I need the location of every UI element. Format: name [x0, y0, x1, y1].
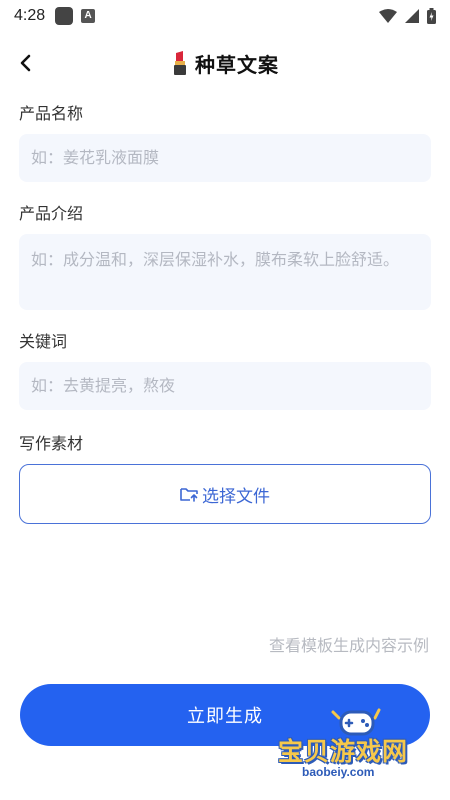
status-bar: 4:28 A	[0, 0, 450, 32]
material-section: 写作素材 选择文件	[19, 430, 431, 524]
product-name-label: 产品名称	[19, 104, 84, 123]
notification-app-icon	[55, 7, 74, 25]
product-name-input[interactable]: 如：姜花乳液面膜	[19, 134, 431, 182]
wifi-icon	[379, 9, 397, 23]
battery-icon	[427, 8, 436, 24]
app-badge-icon: A	[81, 9, 96, 23]
keywords-input[interactable]: 如：去黄提亮，熬夜	[19, 362, 431, 410]
keywords-section: 关键词 如：去黄提亮，熬夜	[19, 328, 431, 410]
select-file-label: 选择文件	[202, 486, 270, 507]
status-icons	[379, 8, 436, 24]
product-intro-textarea[interactable]: 如：成分温和，深层保湿补水，膜布柔软上脸舒适。	[19, 234, 431, 310]
keywords-label: 关键词	[19, 332, 68, 351]
top-bar: 种草文案	[0, 40, 450, 86]
watermark-url: baobeiy.com	[302, 765, 375, 779]
status-time: 4:28	[14, 7, 46, 24]
page-title: 种草文案	[195, 52, 279, 77]
product-intro-label: 产品介绍	[19, 204, 84, 223]
product-intro-section: 产品介绍 如：成分温和，深层保湿补水，膜布柔软上脸舒适。	[19, 200, 431, 310]
view-template-example-link[interactable]: 查看模板生成内容示例	[269, 632, 429, 656]
signal-icon	[405, 9, 419, 23]
watermark-text: 宝贝游戏网	[278, 737, 409, 766]
select-file-button[interactable]: 选择文件	[19, 464, 431, 524]
folder-upload-icon	[180, 488, 198, 502]
chevron-left-icon	[20, 54, 31, 72]
material-label: 写作素材	[19, 434, 84, 453]
product-name-section: 产品名称 如：姜花乳液面膜	[19, 100, 431, 182]
title-wrap: 种草文案	[171, 49, 279, 78]
lipstick-icon	[174, 51, 186, 75]
back-button[interactable]	[8, 46, 42, 80]
watermark: 宝贝游戏网 baobeiy.com	[272, 706, 442, 784]
